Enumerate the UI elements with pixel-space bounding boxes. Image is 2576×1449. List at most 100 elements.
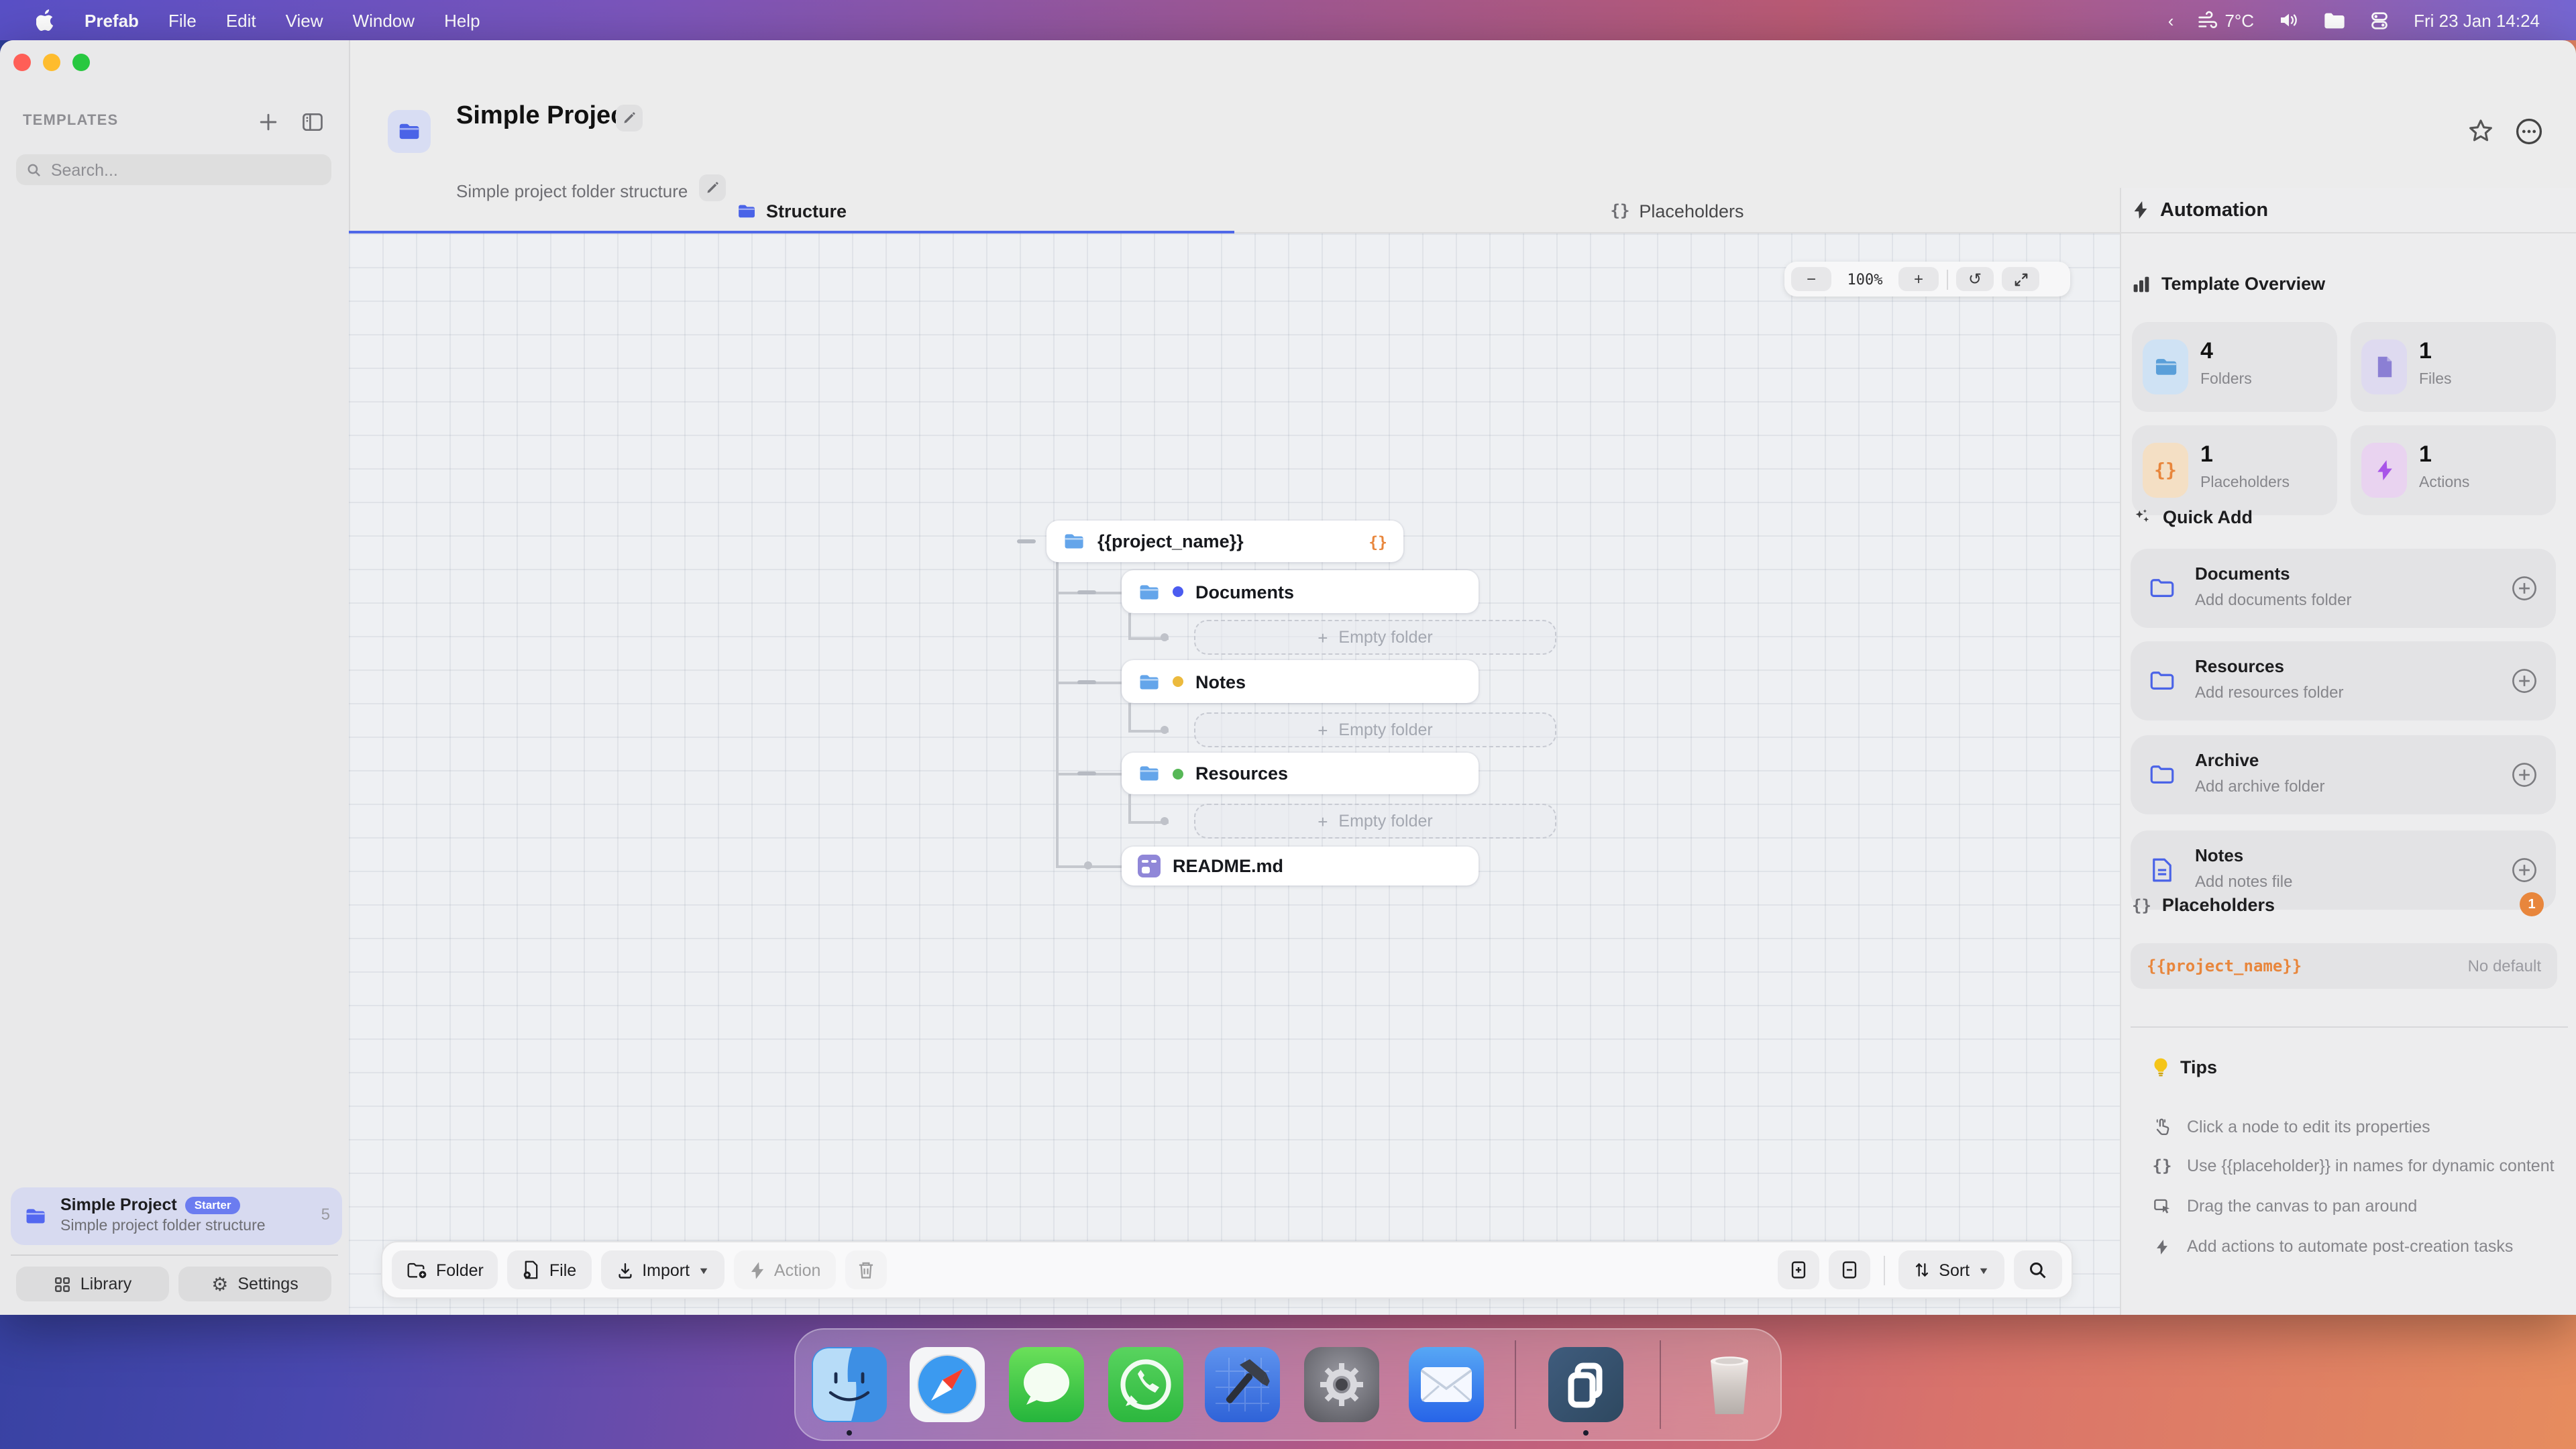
automation-panel: Automation Template Overview 4 Folders xyxy=(2120,188,2576,1315)
menubar-clock[interactable]: Fri 23 Jan 14:24 xyxy=(2402,10,2552,30)
folder-plus-icon xyxy=(407,1260,428,1279)
quick-add-documents[interactable]: Documents Add documents folder xyxy=(2131,549,2556,628)
empty-folder-dropzone[interactable]: + Empty folder xyxy=(1194,620,1556,655)
tip-item: Add actions to automate post-creation ta… xyxy=(2152,1233,2513,1260)
dock-finder-icon[interactable] xyxy=(812,1347,887,1422)
tab-placeholders[interactable]: {} Placeholders xyxy=(1234,188,2120,233)
close-window-button[interactable] xyxy=(13,54,31,71)
starter-badge: Starter xyxy=(185,1196,241,1214)
quick-add-archive[interactable]: Archive Add archive folder xyxy=(2131,735,2556,814)
edit-title-button[interactable] xyxy=(616,105,643,131)
tree-node-root[interactable]: {{project_name}} {} xyxy=(1046,521,1403,562)
empty-folder-dropzone[interactable]: + Empty folder xyxy=(1194,804,1556,839)
menu-view[interactable]: View xyxy=(271,10,338,30)
apple-menu[interactable] xyxy=(21,9,70,31)
add-template-button[interactable] xyxy=(256,110,280,134)
zoom-out-button[interactable]: − xyxy=(1791,267,1831,291)
collapse-all-button[interactable] xyxy=(1829,1250,1870,1289)
toggle-sidebar-button[interactable] xyxy=(301,110,325,134)
files-stat-icon xyxy=(2361,339,2407,394)
collapse-handle[interactable] xyxy=(1077,590,1096,594)
folder-icon xyxy=(1063,530,1085,553)
weather-status[interactable]: 7°C xyxy=(2186,10,2266,30)
tree-connector xyxy=(1128,794,1130,821)
tree-node-resources[interactable]: Resources xyxy=(1122,753,1479,794)
dock-settings-icon[interactable] xyxy=(1304,1347,1379,1422)
curly-braces-icon: {} xyxy=(2132,896,2151,914)
favorite-button[interactable] xyxy=(2466,117,2498,149)
expand-all-button[interactable] xyxy=(1778,1250,1819,1289)
template-list-item-selected[interactable]: Simple ProjectStarter 5 Simple project f… xyxy=(11,1187,342,1245)
prefab-running-indicator xyxy=(1583,1430,1589,1436)
dock-whatsapp-icon[interactable] xyxy=(1108,1347,1183,1422)
tree-node-readme[interactable]: README.md xyxy=(1122,847,1479,885)
menubar-chevron[interactable]: ‹ xyxy=(2156,10,2186,30)
dock-prefab-icon[interactable] xyxy=(1548,1347,1623,1422)
bar-chart-icon xyxy=(2132,274,2151,293)
status-dot xyxy=(1173,586,1183,597)
star-icon xyxy=(2466,117,2496,146)
add-file-button[interactable]: File xyxy=(508,1250,591,1289)
placeholders-header: {} Placeholders xyxy=(2132,895,2275,915)
delete-node-button[interactable] xyxy=(845,1250,886,1289)
plus-circle-icon xyxy=(2510,761,2538,789)
folder-icon xyxy=(24,1205,47,1228)
tree-node-documents[interactable]: Documents xyxy=(1122,570,1479,613)
template-search[interactable] xyxy=(16,154,331,185)
control-center-icon xyxy=(2369,10,2390,30)
tab-structure[interactable]: Structure xyxy=(349,188,1234,233)
sparkles-icon xyxy=(2132,507,2152,527)
file-plus-icon xyxy=(523,1260,541,1280)
curly-braces-icon: {} xyxy=(2152,1157,2172,1175)
plus-icon: + xyxy=(1318,627,1328,647)
more-options-button[interactable] xyxy=(2514,117,2546,149)
menu-window[interactable]: Window xyxy=(338,10,430,30)
connector-dot xyxy=(1161,817,1169,825)
menu-file[interactable]: File xyxy=(154,10,211,30)
structure-canvas[interactable]: {{project_name}} {} Documents + Empty fo… xyxy=(349,233,2120,1315)
library-button[interactable]: Library xyxy=(16,1267,169,1301)
root-collapse-handle[interactable] xyxy=(1017,539,1036,543)
apple-icon xyxy=(36,9,55,31)
plus-icon: + xyxy=(1318,720,1328,740)
expand-all-icon xyxy=(1790,1260,1807,1280)
canvas-search-button[interactable] xyxy=(2014,1250,2062,1289)
tree-connector-trunk xyxy=(1056,562,1058,865)
sidebar-divider xyxy=(11,1254,338,1256)
collapse-handle[interactable] xyxy=(1077,680,1096,684)
dock-messages-icon[interactable] xyxy=(1009,1347,1084,1422)
sort-button[interactable]: Sort ▼ xyxy=(1898,1250,2004,1289)
dock-mail-icon[interactable] xyxy=(1409,1347,1484,1422)
collapse-handle[interactable] xyxy=(1077,771,1096,775)
control-center-status[interactable] xyxy=(2357,10,2402,30)
fit-to-screen-button[interactable] xyxy=(2002,267,2039,291)
quick-add-resources[interactable]: Resources Add resources folder xyxy=(2131,641,2556,720)
menu-app-name[interactable]: Prefab xyxy=(70,10,154,30)
zoom-window-button[interactable] xyxy=(72,54,90,71)
zoom-level: 100% xyxy=(1839,270,1890,288)
folder-icon xyxy=(397,119,421,144)
dock-xcode-icon[interactable] xyxy=(1205,1347,1280,1422)
empty-folder-dropzone[interactable]: + Empty folder xyxy=(1194,712,1556,747)
import-button[interactable]: Import ▼ xyxy=(600,1250,724,1289)
add-action-button[interactable]: Action xyxy=(734,1250,836,1289)
template-count: 5 xyxy=(321,1205,330,1224)
drag-icon xyxy=(2152,1197,2172,1215)
tree-connector xyxy=(1128,613,1130,637)
minimize-window-button[interactable] xyxy=(43,54,60,71)
menu-edit[interactable]: Edit xyxy=(211,10,271,30)
dock-divider xyxy=(1660,1340,1661,1429)
tree-node-notes[interactable]: Notes xyxy=(1122,660,1479,703)
add-folder-button[interactable]: Folder xyxy=(392,1250,498,1289)
placeholder-row[interactable]: {{project_name}} No default xyxy=(2131,943,2557,989)
search-input[interactable] xyxy=(48,159,321,180)
dock-safari-icon[interactable] xyxy=(910,1347,985,1422)
reset-view-button[interactable]: ↺ xyxy=(1956,267,1994,291)
sort-arrows-icon xyxy=(1913,1261,1931,1279)
zoom-in-button[interactable]: + xyxy=(1898,267,1939,291)
menu-help[interactable]: Help xyxy=(429,10,495,30)
volume-status[interactable] xyxy=(2266,11,2312,30)
dock-trash-icon[interactable] xyxy=(1692,1347,1767,1422)
files-status[interactable] xyxy=(2312,11,2357,29)
settings-button[interactable]: ⚙ Settings xyxy=(178,1267,331,1301)
